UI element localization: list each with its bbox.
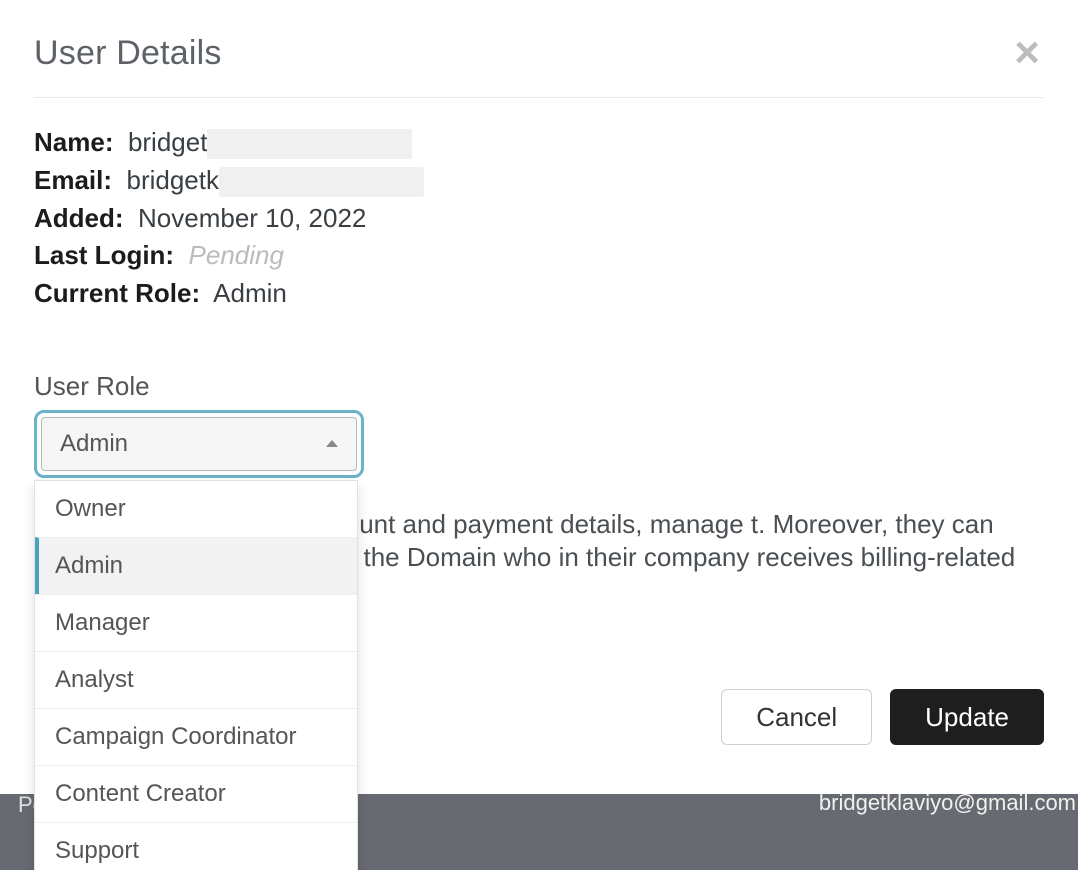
role-option-manager[interactable]: Manager (35, 594, 357, 651)
detail-row-added: Added: November 10, 2022 (34, 202, 1044, 236)
role-option-content-creator[interactable]: Content Creator (35, 765, 357, 822)
role-option-owner[interactable]: Owner (35, 481, 357, 537)
email-label: Email: (34, 165, 112, 195)
role-select-wrap: Admin Owner Admin Manager Analyst Campai… (34, 410, 364, 478)
update-button[interactable]: Update (890, 689, 1044, 745)
cancel-button[interactable]: Cancel (721, 689, 872, 745)
added-value: November 10, 2022 (138, 203, 366, 233)
footer-email: bridgetklaviyo@gmail.com (819, 790, 1076, 816)
name-label: Name: (34, 127, 113, 157)
role-dropdown: Owner Admin Manager Analyst Campaign Coo… (34, 480, 358, 870)
redacted-name (207, 129, 412, 159)
current-role-value: Admin (213, 278, 287, 308)
close-icon: × (1014, 28, 1040, 77)
role-option-campaign-coordinator[interactable]: Campaign Coordinator (35, 708, 357, 765)
role-option-support[interactable]: Support (35, 822, 357, 870)
last-login-value: Pending (189, 240, 284, 270)
redacted-email (219, 167, 424, 197)
caret-up-icon (326, 440, 338, 447)
role-select-focus-ring: Admin (34, 410, 364, 478)
current-role-label: Current Role: (34, 278, 200, 308)
role-option-admin[interactable]: Admin (35, 537, 357, 594)
divider (34, 97, 1044, 98)
user-details-modal: × User Details Name: bridget Email: brid… (0, 0, 1078, 779)
detail-row-last-login: Last Login: Pending (34, 239, 1044, 273)
user-role-label: User Role (34, 371, 1044, 402)
modal-title: User Details (34, 34, 1044, 73)
user-details-block: Name: bridget Email: bridgetk Added: Nov… (34, 126, 1044, 311)
close-button[interactable]: × (1014, 40, 1040, 66)
name-value: bridget (128, 127, 208, 157)
role-select[interactable]: Admin (41, 417, 357, 471)
email-value: bridgetk (126, 165, 219, 195)
last-login-label: Last Login: (34, 240, 174, 270)
detail-row-current-role: Current Role: Admin (34, 277, 1044, 311)
detail-row-name: Name: bridget (34, 126, 1044, 160)
role-option-analyst[interactable]: Analyst (35, 651, 357, 708)
added-label: Added: (34, 203, 124, 233)
role-select-value: Admin (60, 430, 128, 458)
role-section: User Role Admin Owner Admin Manager Anal… (34, 371, 1044, 679)
detail-row-email: Email: bridgetk (34, 164, 1044, 198)
